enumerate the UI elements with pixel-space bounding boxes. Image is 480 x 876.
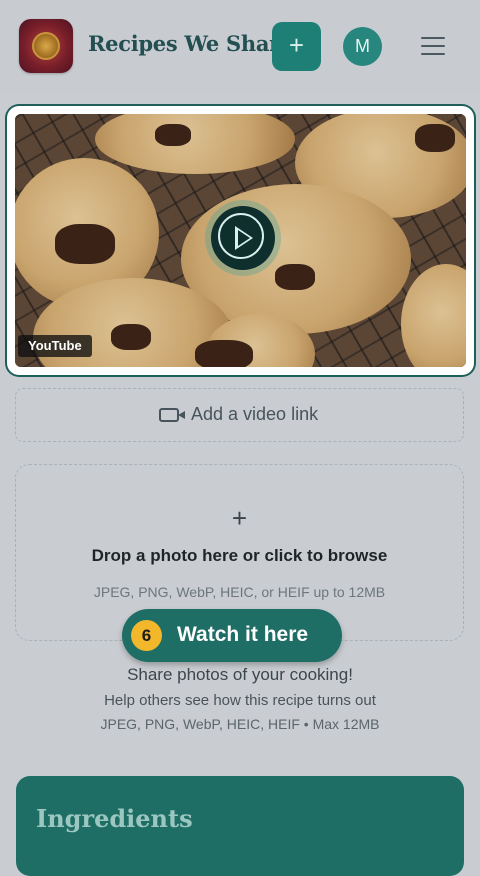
tree-emblem-icon <box>32 32 60 60</box>
add-video-link-button[interactable]: Add a video link <box>15 388 464 442</box>
app-logo[interactable] <box>19 19 73 73</box>
video-thumbnail[interactable] <box>15 114 466 367</box>
add-video-link-label: Add a video link <box>191 404 319 424</box>
play-icon <box>235 226 253 250</box>
avatar[interactable]: M <box>343 27 382 66</box>
share-title: Share photos of your cooking! <box>127 665 353 684</box>
dropzone-title: Drop a photo here or click to browse <box>91 546 388 565</box>
brand-title[interactable]: Recipes We Share <box>88 31 293 56</box>
play-button[interactable] <box>211 206 275 270</box>
ingredients-card: Ingredients <box>16 776 464 876</box>
dropzone-subtitle: JPEG, PNG, WebP, HEIC, or HEIF up to 12M… <box>93 584 386 600</box>
add-recipe-button[interactable]: + <box>272 22 321 71</box>
video-camera-icon <box>159 407 185 422</box>
tour-step-label: Watch it here <box>177 623 309 646</box>
tour-step-number: 6 <box>131 620 162 651</box>
ingredients-heading: Ingredients <box>36 804 193 833</box>
tour-step-tooltip[interactable]: 6 Watch it here <box>122 609 342 662</box>
youtube-badge: YouTube <box>18 335 92 357</box>
top-bar: Recipes We Share + M <box>0 0 480 94</box>
share-formats: JPEG, PNG, WebP, HEIC, HEIF • Max 12MB <box>100 716 380 732</box>
plus-icon: + <box>231 503 248 533</box>
share-subtitle: Help others see how this recipe turns ou… <box>104 692 376 709</box>
hamburger-menu-icon[interactable] <box>421 37 445 55</box>
